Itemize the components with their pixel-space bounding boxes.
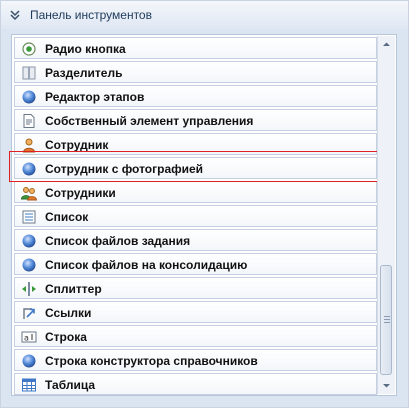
toolbox-list: Радио кнопка Разделитель Редактор этапов Со… [11, 34, 397, 396]
toolbox-item[interactable]: Разделитель [14, 61, 377, 83]
toolbox-item-label: Таблица [45, 378, 96, 392]
toolbox-item[interactable]: Собственный элемент управления [14, 109, 377, 131]
toolbox-item[interactable]: Радио кнопка [14, 37, 377, 59]
toolbox-item[interactable]: Сплиттер [14, 277, 377, 299]
toolbox-item-label: Список [45, 210, 89, 224]
svg-text:a: a [24, 334, 29, 343]
scrollbar-thumb[interactable] [380, 265, 392, 375]
blue-sphere-icon [21, 161, 37, 177]
document-icon [21, 113, 37, 129]
blue-sphere-icon [21, 257, 37, 273]
toolbox-item[interactable]: Строка конструктора справочников [14, 349, 377, 371]
text-field-icon: a [21, 329, 37, 345]
splitter-icon [21, 281, 37, 297]
toolbox-item[interactable]: Редактор этапов [14, 85, 377, 107]
vertical-scrollbar[interactable] [377, 36, 395, 394]
toolbox-item[interactable]: a Строка [14, 325, 377, 347]
toolbox-item[interactable]: Список [14, 205, 377, 227]
toolbox-item-label: Редактор этапов [45, 90, 145, 104]
panel-title: Панель инструментов [30, 8, 152, 22]
toolbox-item-label: Ссылки [45, 306, 92, 320]
toolbox-panel: Панель инструментов Радио кнопка Разделит… [0, 0, 409, 408]
toolbox-item-label: Сотрудники [45, 186, 116, 200]
toolbox-item-label: Радио кнопка [45, 42, 126, 56]
table-icon [21, 377, 37, 393]
toolbox-item-label: Строка [45, 330, 87, 344]
radio-button-icon [21, 41, 37, 57]
panel-header[interactable]: Панель инструментов [1, 1, 408, 29]
blue-sphere-icon [21, 89, 37, 105]
people-icon [20, 185, 38, 201]
toolbox-item[interactable]: Список файлов задания [14, 229, 377, 251]
toolbox-item-label: Сотрудник с фотографией [45, 162, 204, 176]
toolbox-item[interactable]: Ссылки [14, 301, 377, 323]
blue-sphere-icon [21, 353, 37, 369]
toolbox-item[interactable]: Сотрудник [14, 133, 377, 155]
toolbox-item-label: Список файлов на консолидацию [45, 258, 248, 272]
toolbox-item-label: Список файлов задания [45, 234, 191, 248]
scroll-up-icon[interactable] [378, 36, 395, 53]
toolbox-item-label: Строка конструктора справочников [45, 354, 258, 368]
toolbox-item-label: Разделитель [45, 66, 123, 80]
toolbox-item-label: Сотрудник [45, 138, 109, 152]
collapse-chevron-icon[interactable] [8, 7, 22, 21]
list-icon [21, 209, 37, 225]
link-icon [21, 305, 37, 321]
toolbox-item-label: Собственный элемент управления [45, 114, 254, 128]
toolbox-item[interactable]: Сотрудники [14, 181, 377, 203]
toolbox-item[interactable]: Список файлов на консолидацию [14, 253, 377, 275]
scroll-down-icon[interactable] [378, 377, 395, 394]
toolbox-item[interactable]: Сотрудник с фотографией [14, 157, 377, 179]
toolbox-item-label: Сплиттер [45, 282, 102, 296]
blue-sphere-icon [21, 233, 37, 249]
separator-icon [21, 65, 37, 81]
toolbox-item[interactable]: Таблица [14, 373, 377, 395]
person-icon [21, 137, 37, 153]
